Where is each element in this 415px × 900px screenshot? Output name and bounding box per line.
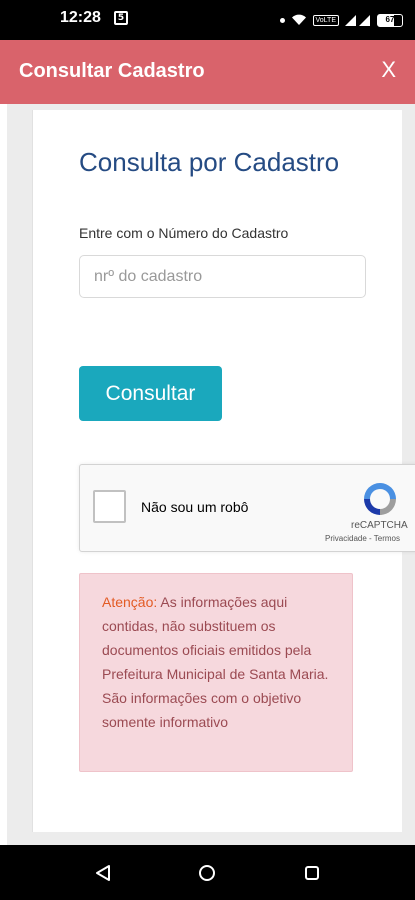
consultar-button[interactable]: Consultar [79,366,222,421]
status-bar: 12:28 5 VoLTE 67 [0,0,415,40]
cadastro-field-label: Entre com o Número do Cadastro [79,225,289,241]
signal-icon [345,15,370,26]
alert-heading: Atenção: [102,594,158,610]
alert-text: Atenção: As informações aqui contidas, n… [102,590,342,734]
recaptcha-label: Não sou um robô [141,499,249,515]
recaptcha-privacy-terms-links[interactable]: Privacidade - Termos [325,534,400,543]
recents-icon[interactable] [304,865,320,881]
recaptcha-checkbox[interactable] [93,490,126,523]
recaptcha-widget: Não sou um robô reCAPTCHA Privacidade - … [79,464,415,552]
attention-alert: Atenção: As informações aqui contidas, n… [79,573,353,772]
recaptcha-logo-icon [364,483,396,515]
volte-badge: VoLTE [312,14,339,26]
wifi-icon [291,14,306,25]
home-icon[interactable] [198,864,216,882]
close-button[interactable]: X [381,57,396,83]
system-nav-bar [0,845,415,900]
recaptcha-brand: reCAPTCHA [351,520,408,531]
cadastro-input[interactable] [79,255,366,298]
app-header: Consultar Cadastro X [0,40,415,104]
back-icon[interactable] [94,864,112,882]
battery-icon: 67 [377,13,403,27]
left-edge [0,104,7,845]
status-icons: VoLTE 67 [279,10,403,30]
alert-note: São informações com o objetivo somente i… [102,690,302,730]
header-title: Consultar Cadastro [19,60,205,82]
battery-level: 67 [385,14,395,24]
message-icon: 5 [114,11,128,25]
status-time: 12:28 [60,9,101,26]
page-title: Consulta por Cadastro [79,147,340,177]
notification-dot-icon [279,17,285,23]
